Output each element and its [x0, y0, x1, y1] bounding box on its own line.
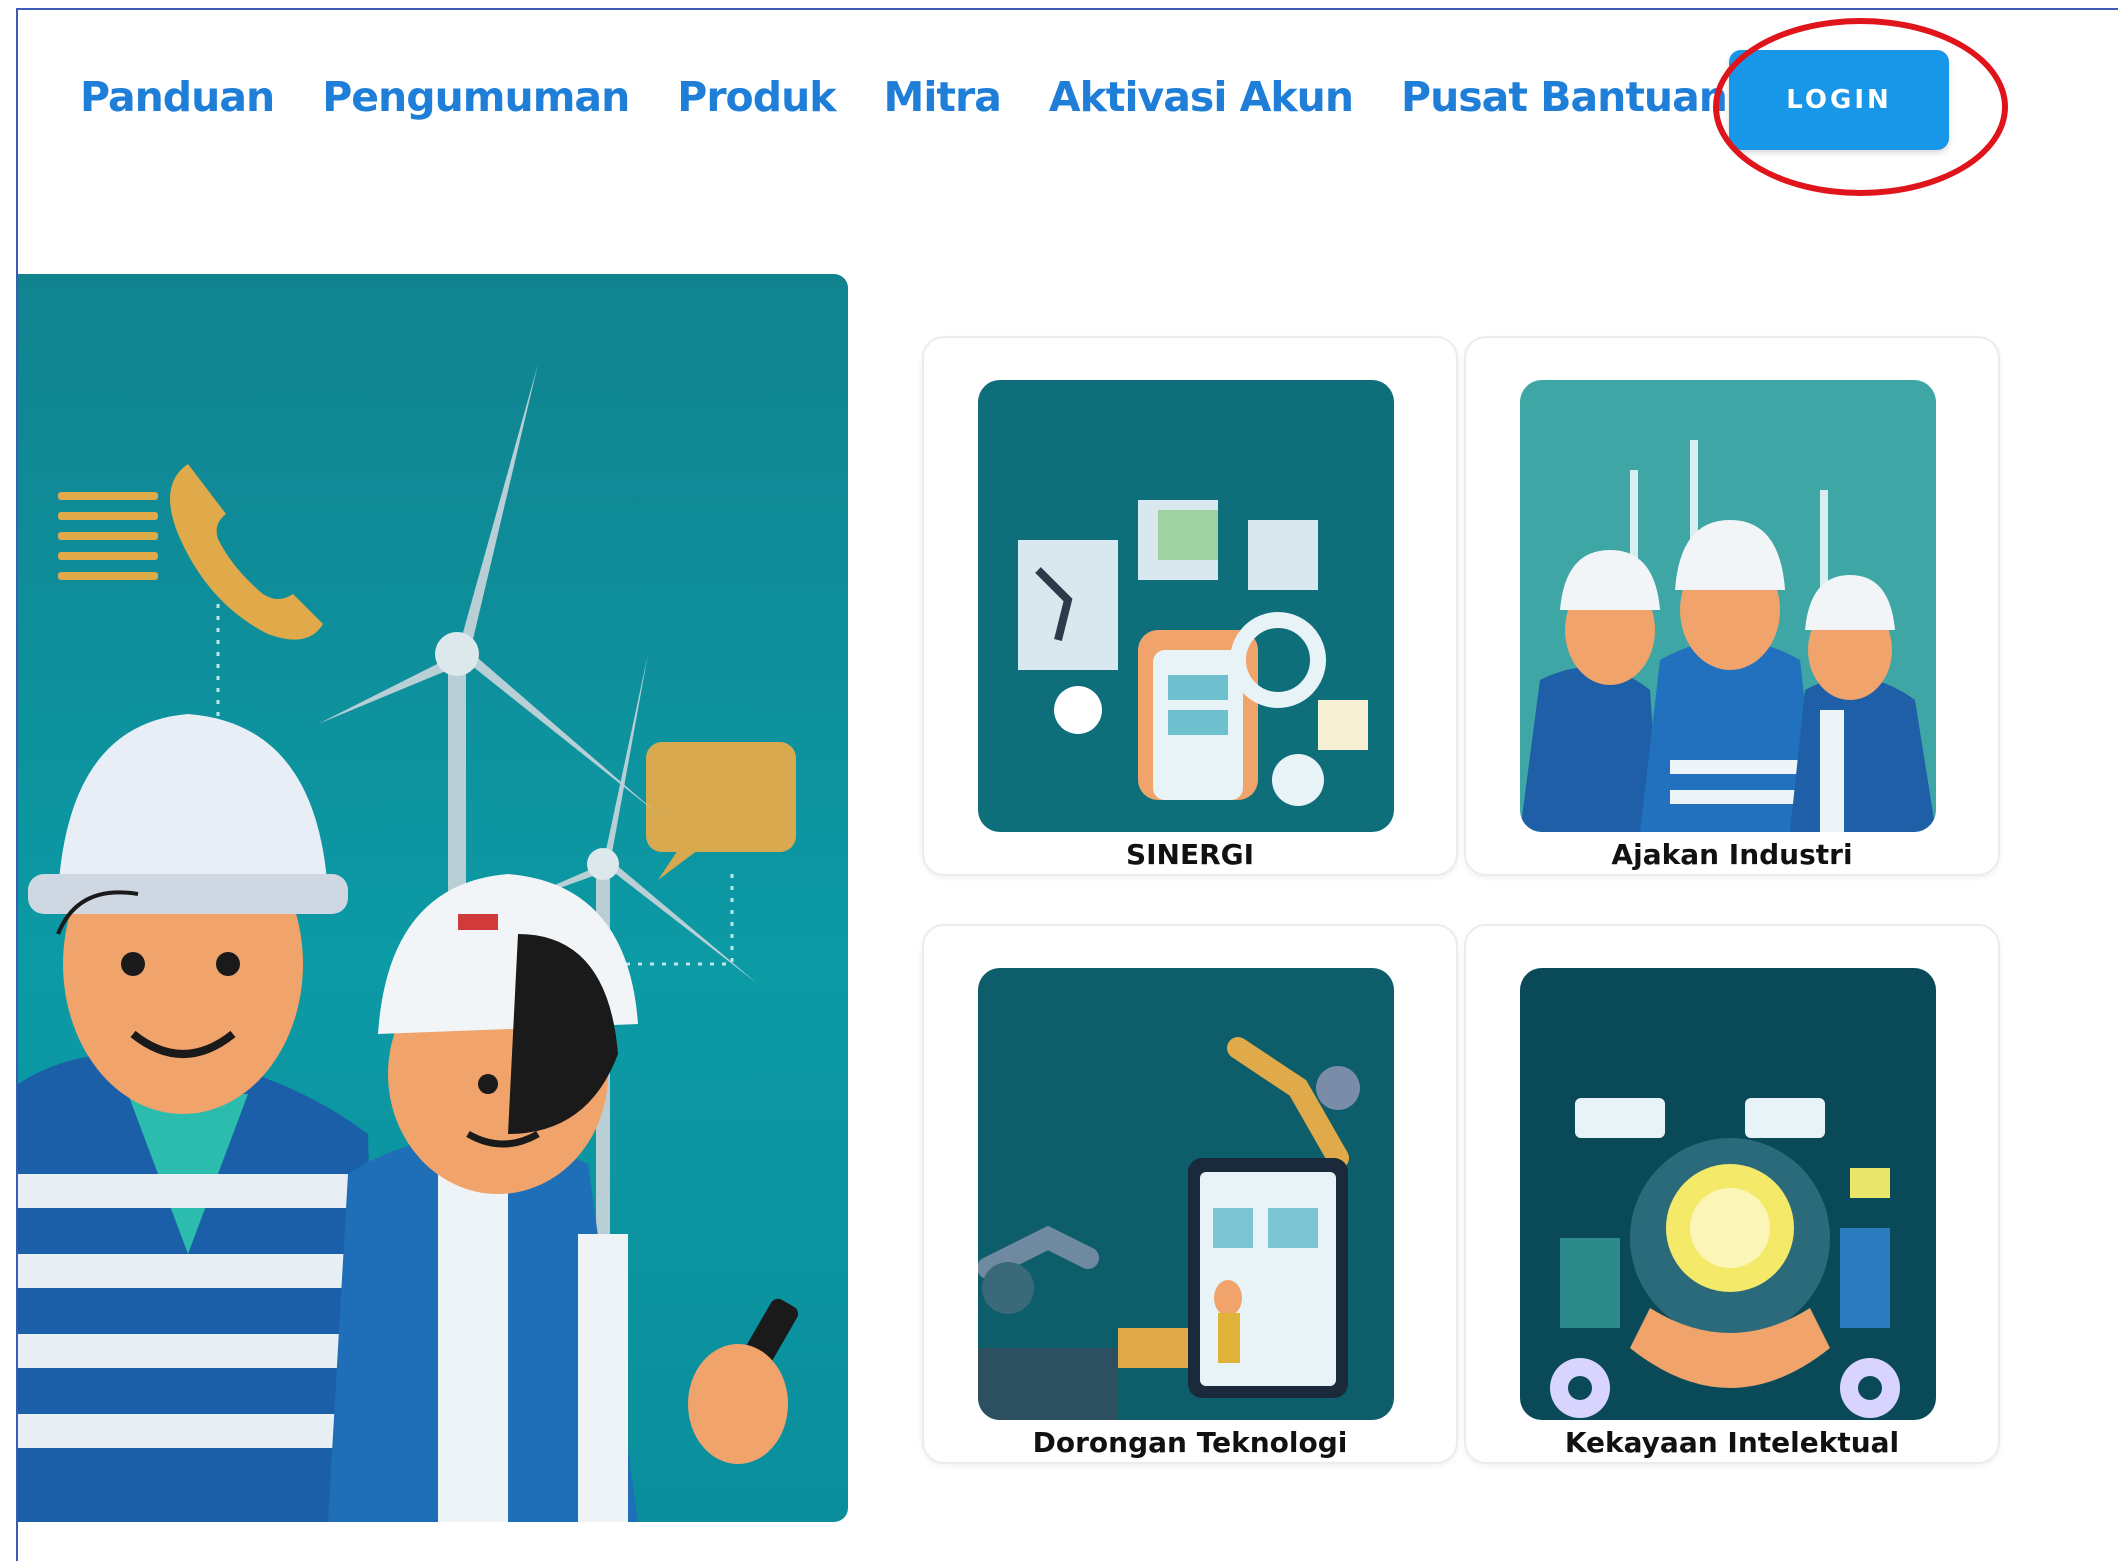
worker-illustration	[328, 874, 799, 1522]
card-label: Dorongan Teknologi	[1032, 1426, 1348, 1459]
nav-panduan[interactable]: Panduan	[80, 73, 275, 121]
nav-mitra[interactable]: Mitra	[884, 73, 1002, 121]
nav-pengumuman[interactable]: Pengumuman	[322, 73, 630, 121]
nav-pusat-bantuan[interactable]: Pusat Bantuan	[1401, 73, 1728, 121]
card-thumbnail	[1520, 968, 1936, 1420]
card-ajakan-industri[interactable]: Ajakan Industri	[1464, 336, 2000, 876]
card-label: SINERGI	[1125, 838, 1255, 871]
login-area: LOGIN	[1713, 18, 2008, 196]
phone-icon	[170, 464, 323, 640]
hero-illustration	[18, 274, 848, 1522]
card-thumbnail	[978, 380, 1394, 832]
nav-produk[interactable]: Produk	[677, 73, 836, 121]
card-thumbnail	[978, 968, 1394, 1420]
highlight-ring	[1713, 18, 2008, 196]
card-label: Kekayaan Intelektual	[1564, 1426, 1900, 1459]
worker-illustration	[18, 714, 378, 1522]
card-kekayaan-intelektual[interactable]: Kekayaan Intelektual	[1464, 924, 2000, 1464]
chat-bubble-icon	[646, 742, 796, 852]
nav-aktivasi-akun[interactable]: Aktivasi Akun	[1049, 73, 1354, 121]
main-nav: Panduan Pengumuman Produk Mitra Aktivasi…	[80, 62, 1775, 132]
card-sinergi[interactable]: SINERGI	[922, 336, 1458, 876]
card-dorongan-teknologi[interactable]: Dorongan Teknologi	[922, 924, 1458, 1464]
card-thumbnail	[1520, 380, 1936, 832]
document-lines-icon	[58, 492, 158, 580]
card-label: Ajakan Industri	[1611, 838, 1853, 871]
